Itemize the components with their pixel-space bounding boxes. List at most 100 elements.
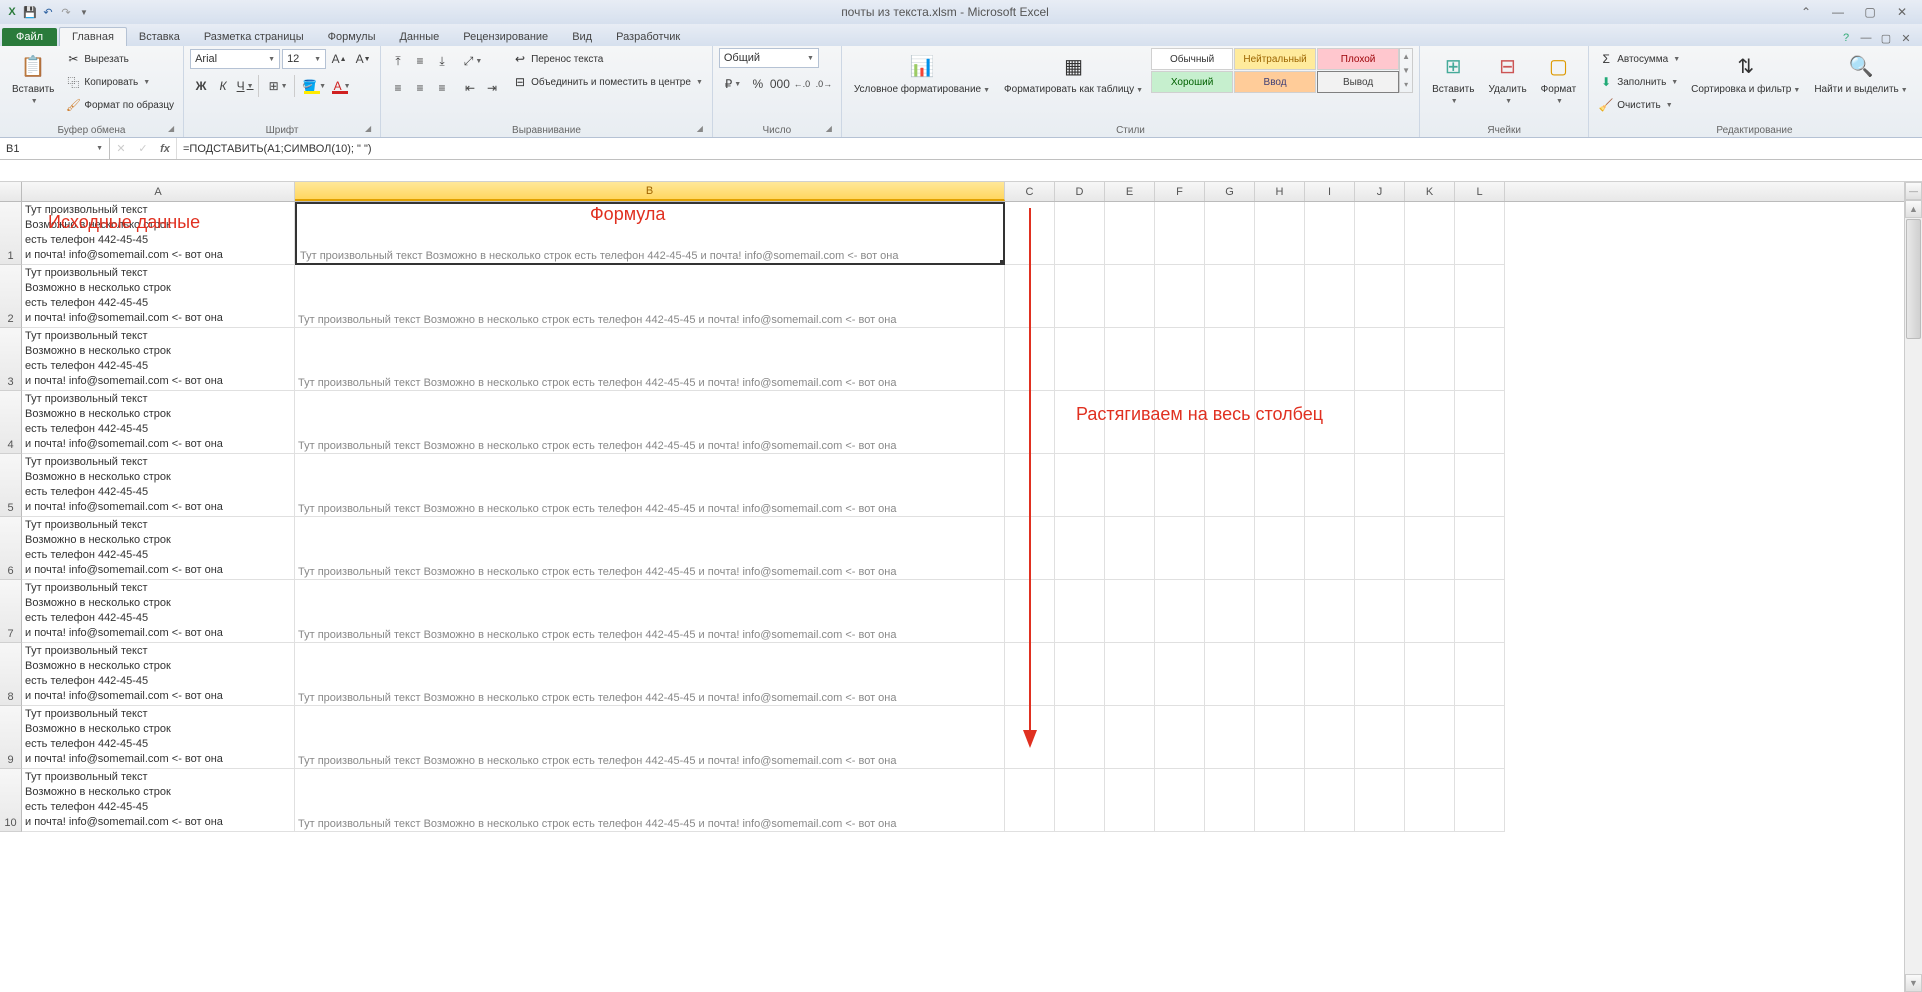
cell[interactable] (1355, 580, 1405, 643)
col-header-e[interactable]: E (1105, 182, 1155, 201)
cell[interactable]: Тут произвольный текст Возможно в нескол… (22, 580, 295, 643)
row-header[interactable]: 8 (0, 643, 22, 706)
cell[interactable] (1105, 391, 1155, 454)
cell[interactable]: Тут произвольный текст Возможно в нескол… (295, 643, 1005, 706)
cell[interactable]: Тут произвольный текст Возможно в нескол… (295, 706, 1005, 769)
vertical-scrollbar[interactable]: — ▲ ▼ (1904, 182, 1922, 992)
row-header[interactable]: 5 (0, 454, 22, 517)
find-select-button[interactable]: 🔍Найти и выделить▼ (1808, 48, 1913, 98)
cell[interactable] (1255, 580, 1305, 643)
shrink-font-button[interactable]: A▼ (352, 48, 374, 70)
fill-button[interactable]: ⬇Заполнить▼ (1595, 71, 1683, 93)
dialog-launcher-icon[interactable]: ◢ (165, 124, 177, 136)
cell[interactable] (1405, 328, 1455, 391)
ribbon-min-icon[interactable]: ⌃ (1794, 4, 1818, 20)
cell[interactable] (1305, 769, 1355, 832)
save-icon[interactable]: 💾 (22, 4, 38, 20)
cell[interactable]: Тут произвольный текст Возможно в нескол… (295, 517, 1005, 580)
delete-cells-button[interactable]: ⊟Удалить▼ (1482, 48, 1532, 109)
cell[interactable] (1405, 643, 1455, 706)
cell[interactable] (1055, 265, 1105, 328)
cell-styles-gallery[interactable]: Обычный Нейтральный Плохой Хороший Ввод … (1151, 48, 1399, 93)
cell[interactable] (1155, 769, 1205, 832)
align-top-button[interactable]: ⤒ (387, 50, 409, 72)
scroll-down-icon[interactable]: ▼ (1905, 974, 1922, 992)
gallery-scroll[interactable]: ▲▼▾ (1399, 48, 1413, 93)
col-header-l[interactable]: L (1455, 182, 1505, 201)
cell[interactable] (1205, 769, 1255, 832)
row-header[interactable]: 4 (0, 391, 22, 454)
maximize-icon[interactable]: ▢ (1858, 4, 1882, 20)
file-tab[interactable]: Файл (2, 28, 57, 46)
dialog-launcher-icon[interactable]: ◢ (362, 124, 374, 136)
fill-handle[interactable] (1000, 260, 1005, 265)
cell[interactable] (1355, 769, 1405, 832)
cell[interactable] (1055, 706, 1105, 769)
cell[interactable] (1305, 202, 1355, 265)
style-neutral[interactable]: Нейтральный (1234, 48, 1316, 70)
italic-button[interactable]: К (212, 75, 234, 97)
doc-restore-icon[interactable]: ▢ (1878, 30, 1894, 46)
cell[interactable] (1055, 517, 1105, 580)
style-normal[interactable]: Обычный (1151, 48, 1233, 70)
cell[interactable] (1205, 265, 1255, 328)
cell[interactable]: Тут произвольный текст Возможно в нескол… (22, 643, 295, 706)
conditional-formatting-button[interactable]: 📊 Условное форматирование▼ (848, 48, 996, 98)
cell[interactable] (1105, 580, 1155, 643)
accounting-button[interactable]: ₽▼ (719, 73, 747, 95)
cell[interactable]: Тут произвольный текст Возможно в нескол… (295, 769, 1005, 832)
fx-icon[interactable]: fx (154, 143, 176, 155)
cell[interactable] (1055, 328, 1105, 391)
doc-close-icon[interactable]: ✕ (1898, 30, 1914, 46)
cut-button[interactable]: ✂Вырезать (62, 48, 177, 70)
row-header[interactable]: 10 (0, 769, 22, 832)
cell[interactable] (1105, 202, 1155, 265)
cell[interactable] (1255, 517, 1305, 580)
dialog-launcher-icon[interactable]: ◢ (823, 124, 835, 136)
increase-indent-button[interactable]: ⇥ (481, 77, 503, 99)
merge-center-button[interactable]: ⊟Объединить и поместить в центре▼ (509, 71, 706, 93)
row-header[interactable]: 1 (0, 202, 22, 265)
tab-review[interactable]: Рецензирование (451, 28, 560, 46)
cell[interactable] (1405, 454, 1455, 517)
border-button[interactable]: ⊞▼ (264, 75, 292, 97)
close-icon[interactable]: ✕ (1890, 4, 1914, 20)
cell[interactable] (1105, 706, 1155, 769)
cell[interactable] (1355, 706, 1405, 769)
cell[interactable] (1355, 265, 1405, 328)
formula-bar-expand[interactable] (0, 160, 1922, 182)
col-header-c[interactable]: C (1005, 182, 1055, 201)
cell[interactable] (1205, 517, 1255, 580)
align-left-button[interactable]: ≡ (387, 77, 409, 99)
copy-button[interactable]: ⿻Копировать▼ (62, 71, 177, 93)
cell[interactable]: Тут произвольный текст Возможно в нескол… (22, 454, 295, 517)
cell[interactable] (1305, 265, 1355, 328)
cell[interactable]: Тут произвольный текст Возможно в нескол… (22, 517, 295, 580)
cell[interactable] (1405, 706, 1455, 769)
style-input[interactable]: Ввод (1234, 71, 1316, 93)
cell[interactable]: Тут произвольный текст Возможно в нескол… (22, 328, 295, 391)
cell[interactable] (1155, 580, 1205, 643)
cell[interactable]: Тут произвольный текст Возможно в нескол… (22, 265, 295, 328)
redo-icon[interactable]: ↷ (58, 4, 74, 20)
tab-insert[interactable]: Вставка (127, 28, 192, 46)
cell[interactable] (1055, 769, 1105, 832)
cell[interactable] (1005, 769, 1055, 832)
col-header-b[interactable]: B (295, 182, 1005, 201)
cell[interactable] (1305, 328, 1355, 391)
font-color-button[interactable]: A▼ (328, 75, 356, 97)
row-header[interactable]: 6 (0, 517, 22, 580)
sort-filter-button[interactable]: ⇅Сортировка и фильтр▼ (1685, 48, 1806, 98)
cell[interactable]: Тут произвольный текст Возможно в нескол… (295, 328, 1005, 391)
tab-data[interactable]: Данные (387, 28, 451, 46)
cell[interactable] (1155, 328, 1205, 391)
cell[interactable] (1455, 265, 1505, 328)
cell[interactable] (1055, 643, 1105, 706)
col-header-g[interactable]: G (1205, 182, 1255, 201)
col-header-d[interactable]: D (1055, 182, 1105, 201)
cell[interactable] (1255, 706, 1305, 769)
cell[interactable] (1305, 706, 1355, 769)
paste-button[interactable]: 📋 Вставить▼ (6, 48, 60, 109)
underline-button[interactable]: Ч▼ (234, 75, 256, 97)
cell[interactable] (1155, 454, 1205, 517)
